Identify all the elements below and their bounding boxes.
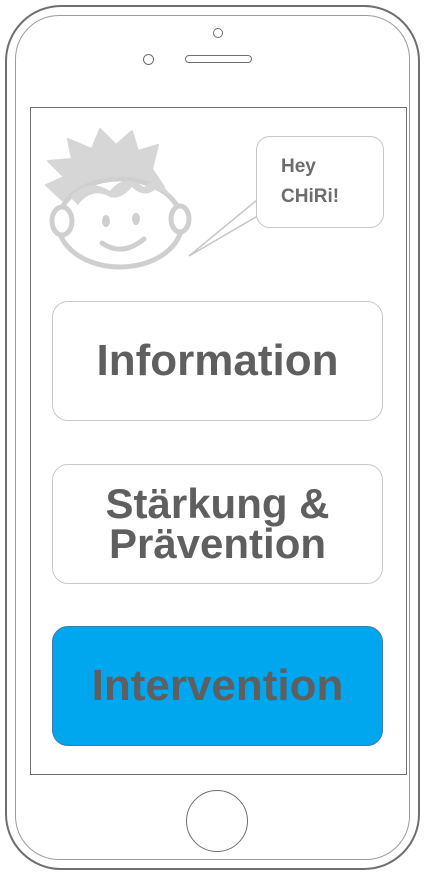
- front-camera-icon: [213, 28, 223, 38]
- information-label: Information: [96, 336, 339, 385]
- information-button[interactable]: Information: [52, 301, 383, 421]
- intervention-button[interactable]: Intervention: [52, 626, 383, 746]
- staerkung-line: Stärkung &: [105, 480, 330, 527]
- earpiece-speaker: [185, 55, 252, 63]
- speech-line-2: CHiRi!: [281, 186, 340, 207]
- speech-bubble: Hey CHiRi!: [256, 136, 384, 228]
- staerkung-praevention-button[interactable]: Stärkung & Prävention: [52, 464, 383, 584]
- speech-bubble-tail: [188, 198, 262, 257]
- praevention-line: Prävention: [108, 520, 327, 567]
- staerkung-praevention-label: Stärkung & Prävention: [105, 480, 330, 567]
- proximity-sensor-icon: [143, 54, 154, 65]
- speech-line-1: Hey: [281, 156, 316, 177]
- home-button[interactable]: [186, 790, 248, 852]
- intervention-label: Intervention: [91, 661, 344, 710]
